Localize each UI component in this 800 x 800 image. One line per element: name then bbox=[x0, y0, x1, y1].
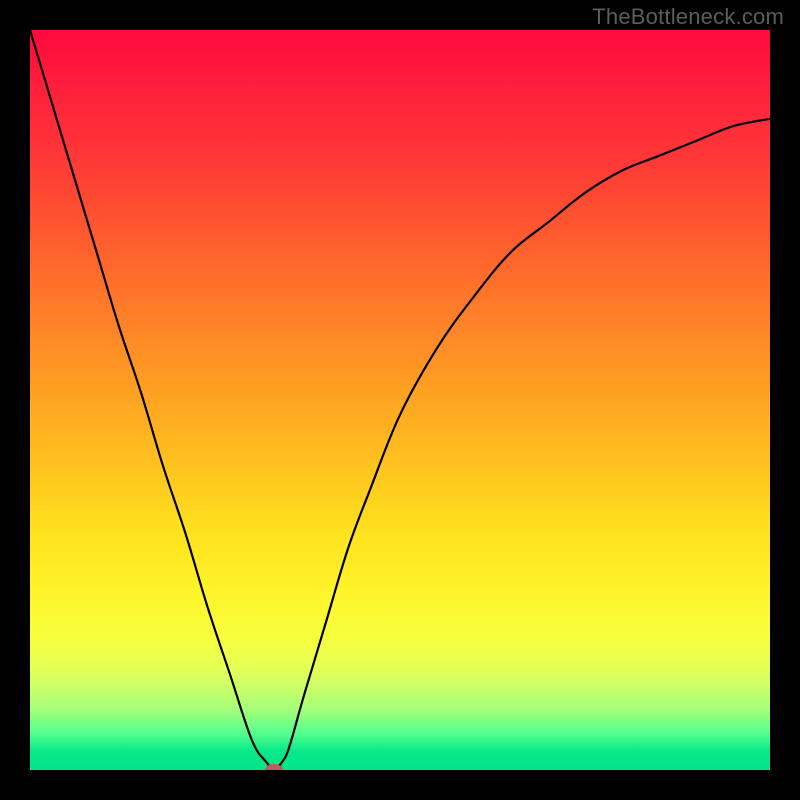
bottleneck-curve bbox=[30, 30, 770, 770]
plot-area bbox=[30, 30, 770, 770]
curve-path bbox=[30, 30, 770, 770]
chart-container: TheBottleneck.com bbox=[0, 0, 800, 800]
watermark-text: TheBottleneck.com bbox=[592, 4, 784, 30]
minimum-marker bbox=[265, 764, 283, 770]
